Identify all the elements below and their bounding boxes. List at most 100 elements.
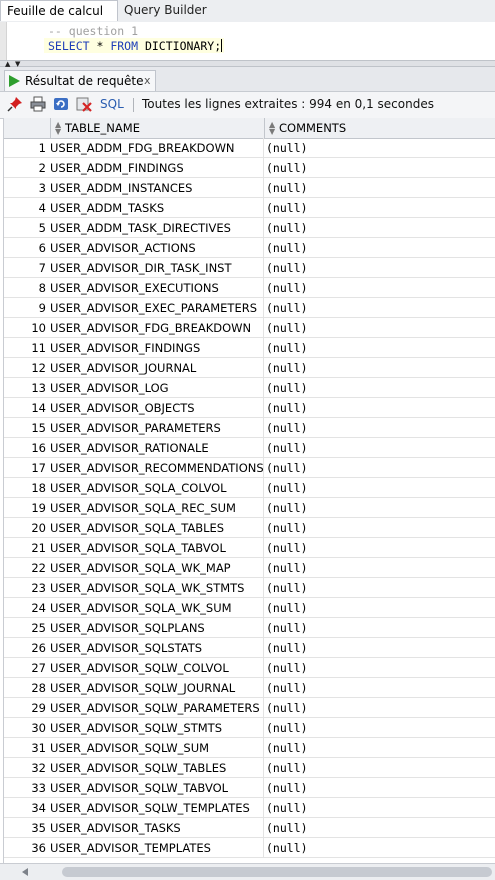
table-row[interactable]: 4 USER_ADDM_TASKS (null): [4, 198, 495, 218]
table-row[interactable]: 15 USER_ADVISOR_PARAMETERS (null): [4, 418, 495, 438]
horizontal-scrollbar[interactable]: [0, 863, 495, 880]
table-row[interactable]: 12 USER_ADVISOR_JOURNAL (null): [4, 358, 495, 378]
table-row[interactable]: 25 USER_ADVISOR_SQLPLANS (null): [4, 618, 495, 638]
cell-table-name[interactable]: USER_ADVISOR_ACTIONS: [50, 241, 196, 255]
cancel-icon[interactable]: [76, 96, 92, 112]
cell-comments[interactable]: (null): [266, 201, 308, 215]
cell-table-name[interactable]: USER_ADVISOR_JOURNAL: [50, 361, 196, 375]
table-row[interactable]: 5 USER_ADDM_TASK_DIRECTIVES (null): [4, 218, 495, 238]
cell-comments[interactable]: (null): [266, 301, 308, 315]
cell-comments[interactable]: (null): [266, 541, 308, 555]
sql-editor[interactable]: -- question 1 SELECT * FROM DICTIONARY;: [0, 22, 495, 60]
table-row[interactable]: 3 USER_ADDM_INSTANCES (null): [4, 178, 495, 198]
scrollbar-thumb[interactable]: [62, 867, 492, 877]
refresh-icon[interactable]: [53, 96, 69, 112]
table-row[interactable]: 28 USER_ADVISOR_SQLW_JOURNAL (null): [4, 678, 495, 698]
table-row[interactable]: 35 USER_ADVISOR_TASKS (null): [4, 818, 495, 838]
cell-comments[interactable]: (null): [266, 641, 308, 655]
table-row[interactable]: 32 USER_ADVISOR_SQLW_TABLES (null): [4, 758, 495, 778]
table-row[interactable]: 20 USER_ADVISOR_SQLA_TABLES (null): [4, 518, 495, 538]
cell-comments[interactable]: (null): [266, 161, 308, 175]
table-row[interactable]: 10 USER_ADVISOR_FDG_BREAKDOWN (null): [4, 318, 495, 338]
cell-table-name[interactable]: USER_ADVISOR_SQLA_WK_SUM: [50, 601, 232, 615]
cell-comments[interactable]: (null): [266, 441, 308, 455]
cell-comments[interactable]: (null): [266, 141, 308, 155]
pane-splitter[interactable]: ▲ ▼: [0, 60, 495, 68]
cell-comments[interactable]: (null): [266, 181, 308, 195]
table-row[interactable]: 1 USER_ADDM_FDG_BREAKDOWN (null): [4, 138, 495, 158]
table-row[interactable]: 11 USER_ADVISOR_FINDINGS (null): [4, 338, 495, 358]
table-row[interactable]: 24 USER_ADVISOR_SQLA_WK_SUM (null): [4, 598, 495, 618]
results-grid[interactable]: ▲ ▼ TABLE_NAME ▲ ▼ COMMENTS 1 USER_ADDM_FDG…: [3, 118, 495, 863]
table-row[interactable]: 18 USER_ADVISOR_SQLA_COLVOL (null): [4, 478, 495, 498]
pin-icon[interactable]: [7, 96, 23, 112]
cell-table-name[interactable]: USER_ADVISOR_SQLA_WK_MAP: [50, 561, 231, 575]
cell-table-name[interactable]: USER_ADVISOR_SQLA_REC_SUM: [50, 501, 236, 515]
cell-comments[interactable]: (null): [266, 601, 308, 615]
cell-comments[interactable]: (null): [266, 701, 308, 715]
cell-table-name[interactable]: USER_ADVISOR_SQLA_COLVOL: [50, 481, 227, 495]
table-row[interactable]: 2 USER_ADDM_FINDINGS (null): [4, 158, 495, 178]
table-row[interactable]: 23 USER_ADVISOR_SQLA_WK_STMTS (null): [4, 578, 495, 598]
cell-table-name[interactable]: USER_ADVISOR_SQLPLANS: [50, 621, 205, 635]
column-header-table-name[interactable]: ▲ ▼ TABLE_NAME: [50, 118, 264, 138]
cell-comments[interactable]: (null): [266, 681, 308, 695]
cell-table-name[interactable]: USER_ADVISOR_SQLA_WK_STMTS: [50, 581, 244, 595]
table-row[interactable]: 19 USER_ADVISOR_SQLA_REC_SUM (null): [4, 498, 495, 518]
cell-comments[interactable]: (null): [266, 381, 308, 395]
table-row[interactable]: 14 USER_ADVISOR_OBJECTS (null): [4, 398, 495, 418]
table-row[interactable]: 17 USER_ADVISOR_RECOMMENDATIONS (null): [4, 458, 495, 478]
cell-table-name[interactable]: USER_ADVISOR_RECOMMENDATIONS: [50, 461, 264, 475]
cell-comments[interactable]: (null): [266, 341, 308, 355]
cell-table-name[interactable]: USER_ADVISOR_SQLSTATS: [50, 641, 202, 655]
cell-comments[interactable]: (null): [266, 421, 308, 435]
cell-table-name[interactable]: USER_ADVISOR_TASKS: [50, 821, 181, 835]
cell-table-name[interactable]: USER_ADVISOR_SQLA_TABVOL: [50, 541, 226, 555]
cell-table-name[interactable]: USER_ADVISOR_EXEC_PARAMETERS: [50, 301, 257, 315]
cell-table-name[interactable]: USER_ADVISOR_TEMPLATES: [50, 841, 211, 855]
cell-comments[interactable]: (null): [266, 401, 308, 415]
cell-comments[interactable]: (null): [266, 461, 308, 475]
column-header-comments[interactable]: ▲ ▼ COMMENTS: [264, 118, 495, 138]
tab-query-result[interactable]: Résultat de requête x: [4, 70, 156, 91]
cell-comments[interactable]: (null): [266, 661, 308, 675]
table-row[interactable]: 7 USER_ADVISOR_DIR_TASK_INST (null): [4, 258, 495, 278]
cell-table-name[interactable]: USER_ADVISOR_LOG: [50, 381, 169, 395]
cell-table-name[interactable]: USER_ADVISOR_SQLA_TABLES: [50, 521, 224, 535]
cell-comments[interactable]: (null): [266, 581, 308, 595]
table-row[interactable]: 36 USER_ADVISOR_TEMPLATES (null): [4, 838, 495, 858]
cell-table-name[interactable]: USER_ADVISOR_SQLW_TABLES: [50, 761, 226, 775]
table-row[interactable]: 33 USER_ADVISOR_SQLW_TABVOL (null): [4, 778, 495, 798]
cell-comments[interactable]: (null): [266, 561, 308, 575]
cell-comments[interactable]: (null): [266, 241, 308, 255]
table-row[interactable]: 13 USER_ADVISOR_LOG (null): [4, 378, 495, 398]
cell-comments[interactable]: (null): [266, 361, 308, 375]
cell-comments[interactable]: (null): [266, 221, 308, 235]
cell-table-name[interactable]: USER_ADDM_INSTANCES: [50, 181, 192, 195]
sql-button[interactable]: SQL: [100, 97, 124, 111]
cell-table-name[interactable]: USER_ADVISOR_EXECUTIONS: [50, 281, 219, 295]
cell-table-name[interactable]: USER_ADVISOR_FDG_BREAKDOWN: [50, 321, 251, 335]
cell-table-name[interactable]: USER_ADDM_TASKS: [50, 201, 164, 215]
tab-query-builder[interactable]: Query Builder: [118, 0, 238, 21]
table-row[interactable]: 34 USER_ADVISOR_SQLW_TEMPLATES (null): [4, 798, 495, 818]
table-row[interactable]: 21 USER_ADVISOR_SQLA_TABVOL (null): [4, 538, 495, 558]
table-row[interactable]: 8 USER_ADVISOR_EXECUTIONS (null): [4, 278, 495, 298]
cell-comments[interactable]: (null): [266, 261, 308, 275]
cell-comments[interactable]: (null): [266, 801, 308, 815]
cell-comments[interactable]: (null): [266, 481, 308, 495]
cell-table-name[interactable]: USER_ADVISOR_RATIONALE: [50, 441, 209, 455]
cell-table-name[interactable]: USER_ADVISOR_PARAMETERS: [50, 421, 221, 435]
cell-comments[interactable]: (null): [266, 621, 308, 635]
table-row[interactable]: 9 USER_ADVISOR_EXEC_PARAMETERS (null): [4, 298, 495, 318]
cell-table-name[interactable]: USER_ADVISOR_SQLW_STMTS: [50, 721, 222, 735]
cell-table-name[interactable]: USER_ADVISOR_SQLW_TEMPLATES: [50, 801, 250, 815]
table-row[interactable]: 16 USER_ADVISOR_RATIONALE (null): [4, 438, 495, 458]
table-row[interactable]: 29 USER_ADVISOR_SQLW_PARAMETERS (null): [4, 698, 495, 718]
cell-table-name[interactable]: USER_ADVISOR_DIR_TASK_INST: [50, 261, 232, 275]
cell-table-name[interactable]: USER_ADVISOR_SQLW_COLVOL: [50, 661, 229, 675]
cell-comments[interactable]: (null): [266, 721, 308, 735]
table-row[interactable]: 31 USER_ADVISOR_SQLW_SUM (null): [4, 738, 495, 758]
cell-comments[interactable]: (null): [266, 761, 308, 775]
cell-table-name[interactable]: USER_ADVISOR_SQLW_JOURNAL: [50, 681, 235, 695]
